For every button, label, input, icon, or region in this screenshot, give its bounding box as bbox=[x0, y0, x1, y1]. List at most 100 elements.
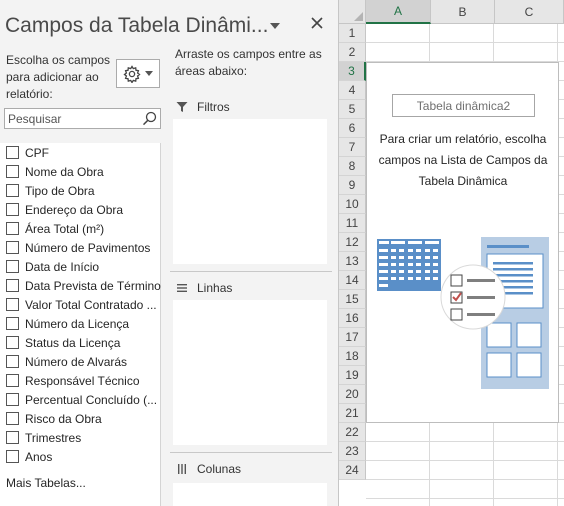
field-checkbox[interactable] bbox=[6, 184, 19, 197]
area-rows-label: Linhas bbox=[197, 281, 233, 295]
field-checkbox[interactable] bbox=[6, 317, 19, 330]
area-rows-header: Linhas bbox=[176, 279, 232, 297]
field-list: CPF Nome da Obra Tipo de Obra Endereço d… bbox=[0, 143, 161, 506]
field-item[interactable]: Nome da Obra bbox=[6, 162, 161, 181]
field-checkbox[interactable] bbox=[6, 279, 19, 292]
row-header[interactable]: 24 bbox=[339, 461, 366, 480]
field-label: Responsável Técnico bbox=[25, 373, 140, 388]
field-checkbox[interactable] bbox=[6, 222, 19, 235]
columns-icon bbox=[178, 464, 186, 474]
area-filters-header: Filtros bbox=[176, 98, 230, 116]
search-icon[interactable] bbox=[142, 111, 157, 126]
area-columns-drop-zone[interactable] bbox=[173, 483, 327, 506]
row-header[interactable]: 10 bbox=[339, 195, 366, 214]
row-header[interactable]: 22 bbox=[339, 423, 366, 442]
row-header[interactable]: 23 bbox=[339, 442, 366, 461]
select-all-corner[interactable] bbox=[339, 0, 366, 24]
row-header[interactable]: 14 bbox=[339, 271, 366, 290]
field-item[interactable]: Número de Alvarás bbox=[6, 352, 161, 371]
pane-options-dropdown-icon[interactable] bbox=[268, 20, 282, 32]
column-header-c[interactable]: C bbox=[495, 0, 564, 24]
field-label: Nome da Obra bbox=[25, 164, 104, 179]
pivot-table-placeholder[interactable]: Tabela dinâmica2 Para criar um relatório… bbox=[366, 62, 559, 423]
field-item[interactable]: CPF bbox=[6, 143, 161, 162]
field-item[interactable]: Data de Início bbox=[6, 257, 161, 276]
row-header[interactable]: 18 bbox=[339, 347, 366, 366]
field-label: Tipo de Obra bbox=[25, 183, 95, 198]
pivot-table-name: Tabela dinâmica2 bbox=[392, 94, 535, 117]
select-all-triangle-icon bbox=[354, 12, 363, 21]
field-checkbox[interactable] bbox=[6, 355, 19, 368]
field-label: Área Total (m²) bbox=[25, 221, 105, 236]
chevron-down-icon bbox=[145, 71, 153, 76]
row-header[interactable]: 5 bbox=[339, 100, 366, 119]
row-header[interactable]: 16 bbox=[339, 309, 366, 328]
row-header[interactable]: 9 bbox=[339, 176, 366, 195]
row-header[interactable]: 13 bbox=[339, 252, 366, 271]
search-input[interactable] bbox=[5, 109, 140, 128]
row-header[interactable]: 1 bbox=[339, 24, 366, 43]
area-splitter[interactable] bbox=[170, 271, 332, 272]
field-checkbox[interactable] bbox=[6, 374, 19, 387]
field-item[interactable]: Endereço da Obra bbox=[6, 200, 161, 219]
field-item[interactable]: Risco da Obra bbox=[6, 409, 161, 428]
row-header[interactable]: 20 bbox=[339, 385, 366, 404]
field-checkbox[interactable] bbox=[6, 260, 19, 273]
field-checkbox[interactable] bbox=[6, 412, 19, 425]
area-splitter[interactable] bbox=[170, 452, 332, 453]
row-header[interactable]: 12 bbox=[339, 233, 366, 252]
field-checkbox[interactable] bbox=[6, 146, 19, 159]
choose-fields-label: Escolha os campos para adicionar ao rela… bbox=[6, 53, 111, 101]
field-checkbox[interactable] bbox=[6, 165, 19, 178]
area-rows-drop-zone[interactable] bbox=[173, 300, 327, 445]
field-label: Trimestres bbox=[25, 430, 82, 445]
row-header[interactable]: 6 bbox=[339, 119, 366, 138]
close-icon[interactable] bbox=[309, 15, 325, 31]
search-box bbox=[4, 108, 161, 129]
field-checkbox[interactable] bbox=[6, 393, 19, 406]
field-label: Data Prevista de Término bbox=[25, 278, 161, 293]
field-label: Número de Pavimentos bbox=[25, 240, 151, 255]
field-item[interactable]: Número de Pavimentos bbox=[6, 238, 161, 257]
field-label: Anos bbox=[25, 449, 53, 464]
tools-button[interactable] bbox=[116, 59, 160, 88]
column-header-a[interactable]: A bbox=[366, 0, 431, 24]
area-filters-drop-zone[interactable] bbox=[173, 119, 327, 264]
field-item[interactable]: Anos bbox=[6, 447, 161, 466]
field-label: Número de Alvarás bbox=[25, 354, 128, 369]
row-header[interactable]: 11 bbox=[339, 214, 366, 233]
row-header[interactable]: 4 bbox=[339, 81, 366, 100]
pivot-instructions: Para criar um relatório, escolha campos … bbox=[378, 132, 548, 188]
area-columns-label: Colunas bbox=[197, 462, 242, 476]
field-checkbox[interactable] bbox=[6, 298, 19, 311]
field-label: Endereço da Obra bbox=[25, 202, 124, 217]
field-item[interactable]: Responsável Técnico bbox=[6, 371, 161, 390]
field-item[interactable]: Data Prevista de Término bbox=[6, 276, 161, 295]
field-checkbox[interactable] bbox=[6, 203, 19, 216]
field-item[interactable]: Status da Licença bbox=[6, 333, 161, 352]
row-header[interactable]: 2 bbox=[339, 43, 366, 62]
row-header[interactable]: 7 bbox=[339, 138, 366, 157]
field-item[interactable]: Tipo de Obra bbox=[6, 181, 161, 200]
row-header[interactable]: 21 bbox=[339, 404, 366, 423]
field-checkbox[interactable] bbox=[6, 241, 19, 254]
row-header[interactable]: 3 bbox=[339, 62, 366, 81]
area-columns-header: Colunas bbox=[176, 460, 241, 478]
field-checkbox[interactable] bbox=[6, 336, 19, 349]
more-tables-link[interactable]: Mais Tabelas... bbox=[6, 476, 86, 490]
row-header[interactable]: 15 bbox=[339, 290, 366, 309]
field-item[interactable]: Área Total (m²) bbox=[6, 219, 161, 238]
field-label: Data de Início bbox=[25, 259, 100, 274]
field-checkbox[interactable] bbox=[6, 431, 19, 444]
rows-icon bbox=[177, 284, 187, 292]
field-item[interactable]: Valor Total Contratado ... bbox=[6, 295, 161, 314]
row-header[interactable]: 8 bbox=[339, 157, 366, 176]
field-label: CPF bbox=[25, 145, 49, 160]
column-header-b[interactable]: B bbox=[431, 0, 495, 24]
field-item[interactable]: Trimestres bbox=[6, 428, 161, 447]
field-item[interactable]: Número da Licença bbox=[6, 314, 161, 333]
row-header[interactable]: 17 bbox=[339, 328, 366, 347]
field-item[interactable]: Percentual Concluído (... bbox=[6, 390, 161, 409]
row-header[interactable]: 19 bbox=[339, 366, 366, 385]
field-checkbox[interactable] bbox=[6, 450, 19, 463]
